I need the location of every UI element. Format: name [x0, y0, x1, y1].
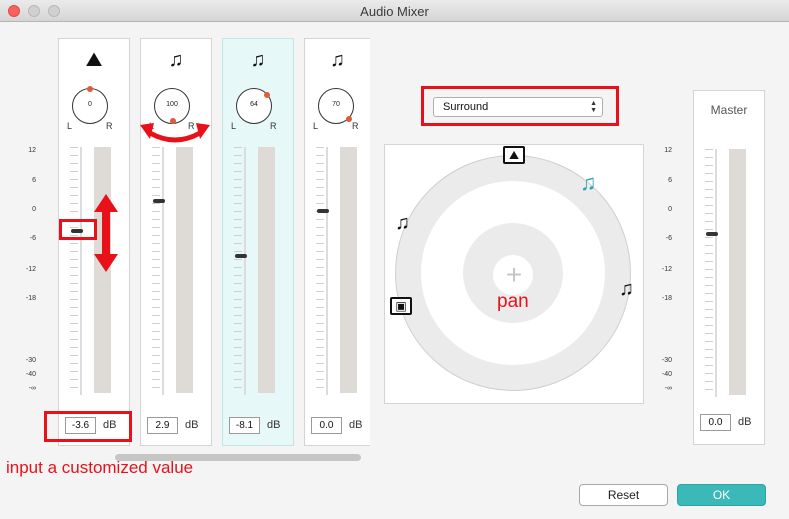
image-source-icon[interactable]: ⛰ — [503, 146, 525, 164]
pan-knob-indicator — [87, 86, 93, 92]
scale-label: 6 — [32, 177, 36, 184]
scale-label: 0 — [32, 206, 36, 213]
annotation-db-box — [44, 411, 132, 442]
image-icon: ⛰ — [85, 49, 103, 71]
fader-ticks — [152, 147, 160, 395]
scale-label: -∞ — [28, 385, 36, 392]
pan-knob[interactable]: 64 — [236, 88, 272, 124]
volume-fader-handle[interactable] — [153, 199, 165, 203]
scale-label: -∞ — [664, 385, 672, 392]
scale-label: 6 — [668, 177, 672, 184]
surround-select[interactable]: Surround ▲ ▼ — [433, 97, 603, 117]
music-source-icon-right[interactable]: ♫ — [619, 279, 634, 299]
scale-label: -6 — [665, 235, 672, 242]
channel-strip-3[interactable]: ♫ 64 L R -8.1 dB — [222, 38, 294, 446]
pan-knob-value: 64 — [250, 101, 258, 108]
db-value-input[interactable]: 0.0 — [311, 417, 342, 434]
volume-fader-track[interactable] — [244, 147, 246, 395]
music-source-icon-left[interactable]: ♫ — [395, 213, 410, 233]
volume-fader-handle[interactable] — [317, 209, 329, 213]
pan-knob-value: 100 — [166, 101, 178, 108]
pan-knob[interactable]: 70 — [318, 88, 354, 124]
master-title: Master — [710, 103, 748, 117]
mixer-content: 12 6 0 -6 -12 -18 -30 -40 -∞ ⛰ 0 L R -3.… — [0, 22, 789, 519]
master-channel[interactable]: Master 0.0 dB — [693, 90, 765, 445]
music-note-icon: ♫ — [168, 49, 184, 71]
fader-ticks — [234, 147, 242, 395]
music-note-icon: ♫ — [330, 49, 345, 71]
annotation-text: input a customized value — [6, 458, 194, 477]
volume-fader-track[interactable] — [80, 147, 82, 395]
pan-knob[interactable]: 0 — [72, 86, 108, 124]
db-unit-label: dB — [185, 419, 199, 431]
scale-label: 12 — [664, 147, 672, 154]
fader-ticks — [70, 147, 78, 395]
db-unit-label: dB — [349, 419, 363, 431]
select-arrows-icon: ▲ ▼ — [590, 100, 597, 114]
window-titlebar: Audio Mixer — [0, 0, 789, 22]
pan-knob-value: 0 — [88, 101, 92, 108]
music-source-icon-selected[interactable]: ♫ — [580, 172, 597, 194]
scale-label: -12 — [661, 266, 672, 273]
volume-fader-track[interactable] — [326, 147, 328, 395]
music-note-icon: ♫ — [250, 49, 266, 71]
video-source-icon[interactable]: ▣ — [390, 297, 412, 315]
ok-button[interactable]: OK — [677, 484, 766, 506]
surround-pan-area[interactable]: + pan ⛰ ♫ ♫ ♫ ▣ — [384, 144, 644, 404]
channel-strip-4[interactable]: ♫ 70 L R 0.0 dB — [304, 38, 370, 446]
annotation-vertical-arrow — [94, 194, 118, 272]
knob-right-label: R — [270, 121, 277, 131]
db-scale-right: 12 6 0 -6 -12 -18 -30 -40 -∞ — [656, 22, 672, 422]
db-value-input[interactable]: 2.9 — [147, 417, 178, 434]
db-scale-left: 12 6 0 -6 -12 -18 -30 -40 -∞ — [20, 22, 36, 422]
knob-right-label: R — [352, 121, 359, 131]
scale-label: -12 — [25, 266, 36, 273]
master-fader-handle[interactable] — [706, 232, 718, 236]
fader-ticks — [705, 149, 713, 397]
window-title: Audio Mixer — [360, 4, 429, 19]
scale-label: -30 — [661, 357, 672, 364]
volume-fader-track[interactable] — [162, 147, 164, 395]
annotation-curved-arrow — [140, 123, 210, 143]
channel-strip-2[interactable]: ♫ 100 L R 2.9 dB — [140, 38, 212, 446]
scale-label: -6 — [29, 235, 36, 242]
db-unit-label: dB — [267, 419, 281, 431]
knob-left-label: L — [67, 121, 73, 131]
level-meter — [176, 147, 193, 393]
scale-label: 12 — [28, 147, 36, 154]
scale-label: -18 — [25, 295, 36, 302]
level-meter — [258, 147, 275, 393]
knob-left-label: L — [313, 121, 319, 131]
pan-label: pan — [497, 291, 529, 312]
scale-label: 0 — [668, 206, 672, 213]
db-value-input[interactable]: -8.1 — [229, 417, 260, 434]
master-db-input[interactable]: 0.0 — [700, 414, 731, 431]
level-meter — [340, 147, 357, 393]
db-unit-label: dB — [738, 416, 752, 428]
knob-right-label: R — [106, 121, 113, 131]
volume-fader-handle[interactable] — [235, 254, 247, 258]
scale-label: -40 — [661, 371, 672, 378]
pan-center-plus-icon[interactable]: + — [502, 258, 526, 292]
pan-knob-value: 70 — [332, 101, 340, 108]
master-level-meter — [729, 149, 746, 395]
scale-label: -30 — [25, 357, 36, 364]
knob-left-label: L — [231, 121, 237, 131]
surround-select-value: Surround — [443, 101, 489, 113]
pan-knob-indicator — [264, 92, 270, 98]
fader-ticks — [316, 147, 324, 395]
master-fader-track[interactable] — [715, 149, 717, 397]
reset-button[interactable]: Reset — [579, 484, 668, 506]
scale-label: -40 — [25, 371, 36, 378]
scale-label: -18 — [661, 295, 672, 302]
